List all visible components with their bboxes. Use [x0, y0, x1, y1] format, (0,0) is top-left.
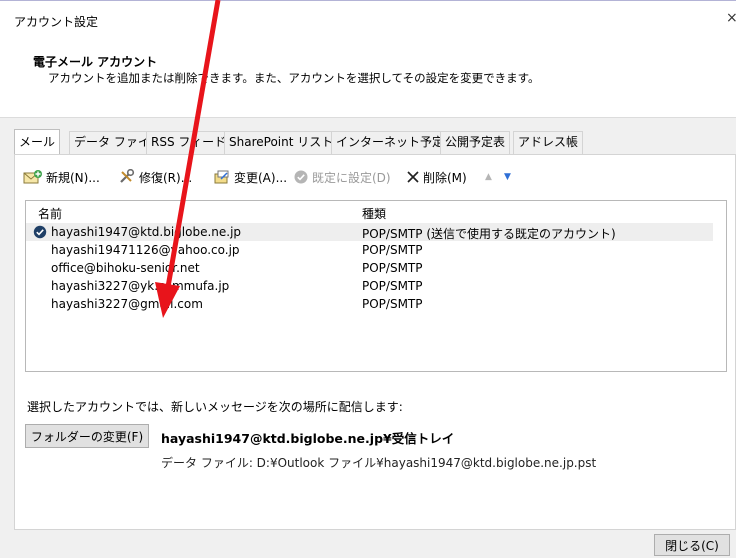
account-type: POP/SMTP — [362, 243, 423, 257]
set-default-label: 既定に設定(D) — [312, 170, 391, 185]
account-row[interactable]: hayashi3227@yk.commufa.jp POP/SMTP — [26, 277, 713, 295]
data-file-path: データ ファイル: D:¥Outlook ファイル¥hayashi1947@kt… — [161, 456, 597, 470]
account-row[interactable]: hayashi1947@ktd.biglobe.ne.jp POP/SMTP (… — [26, 223, 713, 241]
account-list-header: 名前 種類 — [26, 201, 726, 221]
default-account-check-icon — [33, 225, 47, 242]
section-title: 電子メール アカウント — [33, 55, 158, 69]
tab-mail[interactable]: メール — [14, 129, 61, 155]
account-name: hayashi19471126@yahoo.co.jp — [51, 243, 240, 257]
tab-strip: メール データ ファイル RSS フィード SharePoint リスト インタ… — [14, 129, 736, 155]
account-type: POP/SMTP (送信で使用する既定のアカウント) — [362, 227, 616, 241]
account-name: hayashi3227@gmail.com — [51, 297, 203, 311]
dialog-header: アカウント設定 × 電子メール アカウント アカウントを追加または削除できます。… — [0, 0, 736, 118]
window-title: アカウント設定 — [14, 15, 99, 29]
change-account-button[interactable]: 変更(A)... — [213, 167, 287, 187]
delivery-description: 選択したアカウントでは、新しいメッセージを次の場所に配信します: — [27, 400, 403, 414]
tab-sharepoint-lists[interactable]: SharePoint リスト — [224, 131, 339, 154]
repair-label: 修復(R)... — [139, 170, 193, 185]
delete-x-icon — [406, 170, 420, 184]
account-name: office@bihoku-senior.net — [51, 261, 200, 275]
account-row[interactable]: hayashi19471126@yahoo.co.jp POP/SMTP — [26, 241, 713, 259]
account-list[interactable]: 名前 種類 hayashi1947@ktd.biglobe.ne.jp POP/… — [25, 200, 727, 372]
change-icon — [213, 169, 231, 185]
column-header-name[interactable]: 名前 — [38, 205, 62, 222]
move-down-icon[interactable]: ▼ — [504, 167, 511, 187]
account-type: POP/SMTP — [362, 279, 423, 293]
remove-account-button[interactable]: 削除(M) — [406, 167, 467, 187]
remove-label: 削除(M) — [423, 170, 467, 185]
account-name: hayashi3227@yk.commufa.jp — [51, 279, 230, 293]
close-icon[interactable]: × — [726, 10, 736, 26]
set-default-button[interactable]: 既定に設定(D) — [293, 167, 391, 187]
repair-icon — [118, 169, 136, 185]
new-account-label: 新規(N)... — [46, 170, 100, 185]
checkmark-circle-icon — [293, 169, 309, 185]
account-toolbar: 新規(N)... 修復(R)... 変更(A)... 既定に設定(D) 削除(M… — [23, 167, 723, 187]
tab-address-books[interactable]: アドレス帳 — [513, 131, 584, 154]
column-header-type[interactable]: 種類 — [362, 205, 386, 222]
move-up-icon[interactable]: ▲ — [485, 167, 492, 187]
section-description: アカウントを追加または削除できます。また、アカウントを選択してその設定を変更でき… — [48, 71, 540, 85]
account-name: hayashi1947@ktd.biglobe.ne.jp — [51, 225, 242, 239]
new-account-icon — [23, 169, 43, 185]
tab-rss-feeds[interactable]: RSS フィード — [146, 131, 232, 154]
repair-account-button[interactable]: 修復(R)... — [118, 167, 192, 187]
mail-tab-panel: 新規(N)... 修復(R)... 変更(A)... 既定に設定(D) 削除(M… — [14, 154, 736, 530]
account-type: POP/SMTP — [362, 261, 423, 275]
change-folder-button[interactable]: フォルダーの変更(F) — [25, 424, 149, 448]
account-type: POP/SMTP — [362, 297, 423, 311]
change-label: 変更(A)... — [234, 170, 288, 185]
delivery-target: hayashi1947@ktd.biglobe.ne.jp¥受信トレイ — [161, 431, 455, 446]
account-row[interactable]: office@bihoku-senior.net POP/SMTP — [26, 259, 713, 277]
new-account-button[interactable]: 新規(N)... — [23, 167, 100, 187]
tab-published-calendars[interactable]: 公開予定表 — [440, 131, 511, 154]
account-row[interactable]: hayashi3227@gmail.com POP/SMTP — [26, 295, 713, 313]
close-button[interactable]: 閉じる(C) — [654, 534, 730, 556]
